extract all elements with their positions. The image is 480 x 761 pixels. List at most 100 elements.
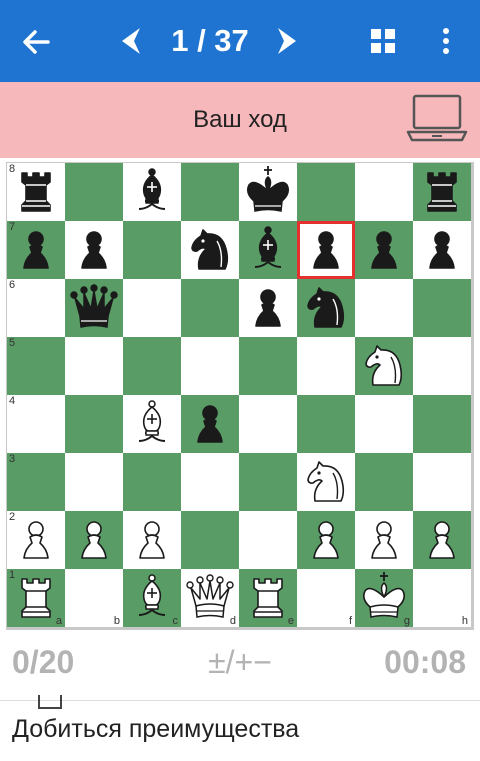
square-h8[interactable] <box>413 163 471 221</box>
square-d4[interactable] <box>181 395 239 453</box>
black-pawn-icon[interactable] <box>65 221 123 279</box>
square-c5[interactable] <box>123 337 181 395</box>
black-queen-icon[interactable] <box>65 279 123 337</box>
square-f1[interactable]: f <box>297 569 355 627</box>
square-b6[interactable] <box>65 279 123 337</box>
square-e7[interactable] <box>239 221 297 279</box>
black-pawn-icon[interactable] <box>355 221 413 279</box>
square-d5[interactable] <box>181 337 239 395</box>
square-h2[interactable] <box>413 511 471 569</box>
square-e1[interactable]: e <box>239 569 297 627</box>
square-f6[interactable] <box>297 279 355 337</box>
more-vertical-icon[interactable] <box>436 24 456 58</box>
black-pawn-icon[interactable] <box>181 395 239 453</box>
white-bishop-icon[interactable] <box>123 395 181 453</box>
square-b8[interactable] <box>65 163 123 221</box>
black-bishop-icon[interactable] <box>239 221 297 279</box>
square-c1[interactable]: c <box>123 569 181 627</box>
square-c8[interactable] <box>123 163 181 221</box>
black-pawn-icon[interactable] <box>413 221 471 279</box>
square-d8[interactable] <box>181 163 239 221</box>
square-h5[interactable] <box>413 337 471 395</box>
square-c6[interactable] <box>123 279 181 337</box>
square-h4[interactable] <box>413 395 471 453</box>
square-g5[interactable] <box>355 337 413 395</box>
square-b1[interactable]: b <box>65 569 123 627</box>
square-e5[interactable] <box>239 337 297 395</box>
white-pawn-icon[interactable] <box>413 511 471 569</box>
square-a5[interactable]: 5 <box>7 337 65 395</box>
black-bishop-icon[interactable] <box>123 163 181 221</box>
square-d3[interactable] <box>181 453 239 511</box>
arrow-left-icon[interactable] <box>18 22 58 62</box>
square-c2[interactable] <box>123 511 181 569</box>
white-rook-icon[interactable] <box>239 569 297 627</box>
white-knight-icon[interactable] <box>355 337 413 395</box>
square-e6[interactable] <box>239 279 297 337</box>
square-g1[interactable]: g <box>355 569 413 627</box>
white-pawn-icon[interactable] <box>123 511 181 569</box>
black-rook-icon[interactable] <box>413 163 471 221</box>
square-h6[interactable] <box>413 279 471 337</box>
square-a1[interactable]: 1a <box>7 569 65 627</box>
chevron-left-icon[interactable] <box>116 24 146 58</box>
white-queen-icon[interactable] <box>181 569 239 627</box>
square-e3[interactable] <box>239 453 297 511</box>
square-a3[interactable]: 3 <box>7 453 65 511</box>
square-a6[interactable]: 6 <box>7 279 65 337</box>
white-bishop-icon[interactable] <box>123 569 181 627</box>
grid-icon[interactable] <box>368 26 398 56</box>
square-e8[interactable] <box>239 163 297 221</box>
white-pawn-icon[interactable] <box>355 511 413 569</box>
black-knight-icon[interactable] <box>181 221 239 279</box>
white-knight-icon[interactable] <box>297 453 355 511</box>
square-d6[interactable] <box>181 279 239 337</box>
white-king-icon[interactable] <box>355 569 413 627</box>
black-pawn-icon[interactable] <box>7 221 65 279</box>
square-h1[interactable]: h <box>413 569 471 627</box>
square-d7[interactable] <box>181 221 239 279</box>
white-pawn-icon[interactable] <box>65 511 123 569</box>
square-d2[interactable] <box>181 511 239 569</box>
square-f2[interactable] <box>297 511 355 569</box>
square-f5[interactable] <box>297 337 355 395</box>
square-g3[interactable] <box>355 453 413 511</box>
square-e4[interactable] <box>239 395 297 453</box>
black-rook-icon[interactable] <box>7 163 65 221</box>
chevron-right-icon[interactable] <box>272 24 302 58</box>
white-rook-icon[interactable] <box>7 569 65 627</box>
white-pawn-icon[interactable] <box>7 511 65 569</box>
square-a8[interactable]: 8 <box>7 163 65 221</box>
square-f8[interactable] <box>297 163 355 221</box>
square-b7[interactable] <box>65 221 123 279</box>
square-a7[interactable]: 7 <box>7 221 65 279</box>
black-knight-icon[interactable] <box>297 279 355 337</box>
square-d1[interactable]: d <box>181 569 239 627</box>
chess-board[interactable]: 8 7 6 5 4 3 2 1 a b c d e f g h <box>7 163 471 627</box>
square-g7[interactable] <box>355 221 413 279</box>
square-b5[interactable] <box>65 337 123 395</box>
square-f3[interactable] <box>297 453 355 511</box>
square-b3[interactable] <box>65 453 123 511</box>
square-g8[interactable] <box>355 163 413 221</box>
square-a2[interactable]: 2 <box>7 511 65 569</box>
black-king-icon[interactable] <box>239 163 297 221</box>
square-g2[interactable] <box>355 511 413 569</box>
square-g4[interactable] <box>355 395 413 453</box>
square-f4[interactable] <box>297 395 355 453</box>
square-b4[interactable] <box>65 395 123 453</box>
square-b2[interactable] <box>65 511 123 569</box>
square-h3[interactable] <box>413 453 471 511</box>
square-a4[interactable]: 4 <box>7 395 65 453</box>
square-c7[interactable] <box>123 221 181 279</box>
black-pawn-icon[interactable] <box>239 279 297 337</box>
partial-icon <box>38 695 62 709</box>
task-label: Добиться преимущества <box>12 715 300 743</box>
square-h7[interactable] <box>413 221 471 279</box>
square-g6[interactable] <box>355 279 413 337</box>
square-c3[interactable] <box>123 453 181 511</box>
square-e2[interactable] <box>239 511 297 569</box>
white-pawn-icon[interactable] <box>297 511 355 569</box>
square-f7[interactable] <box>297 221 355 279</box>
square-c4[interactable] <box>123 395 181 453</box>
